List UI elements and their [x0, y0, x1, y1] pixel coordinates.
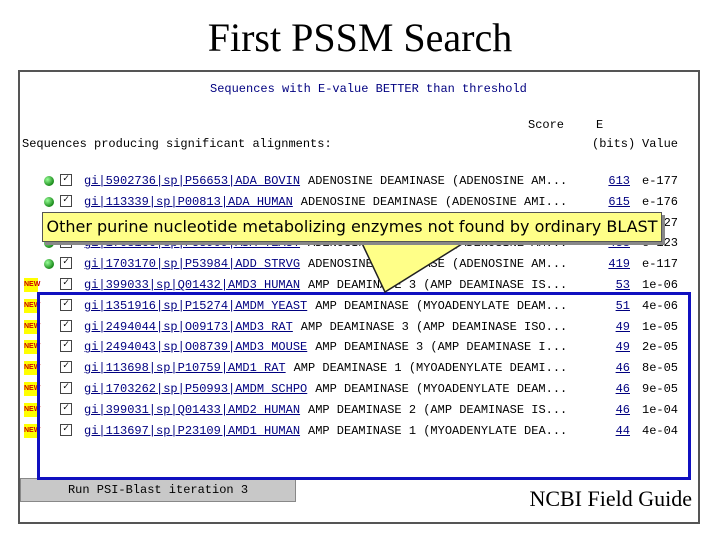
callout-note: Other purine nucleotide metabolizing enz… [42, 212, 662, 242]
footer-label: NCBI Field Guide [529, 486, 692, 512]
callout-pointer [358, 238, 473, 294]
